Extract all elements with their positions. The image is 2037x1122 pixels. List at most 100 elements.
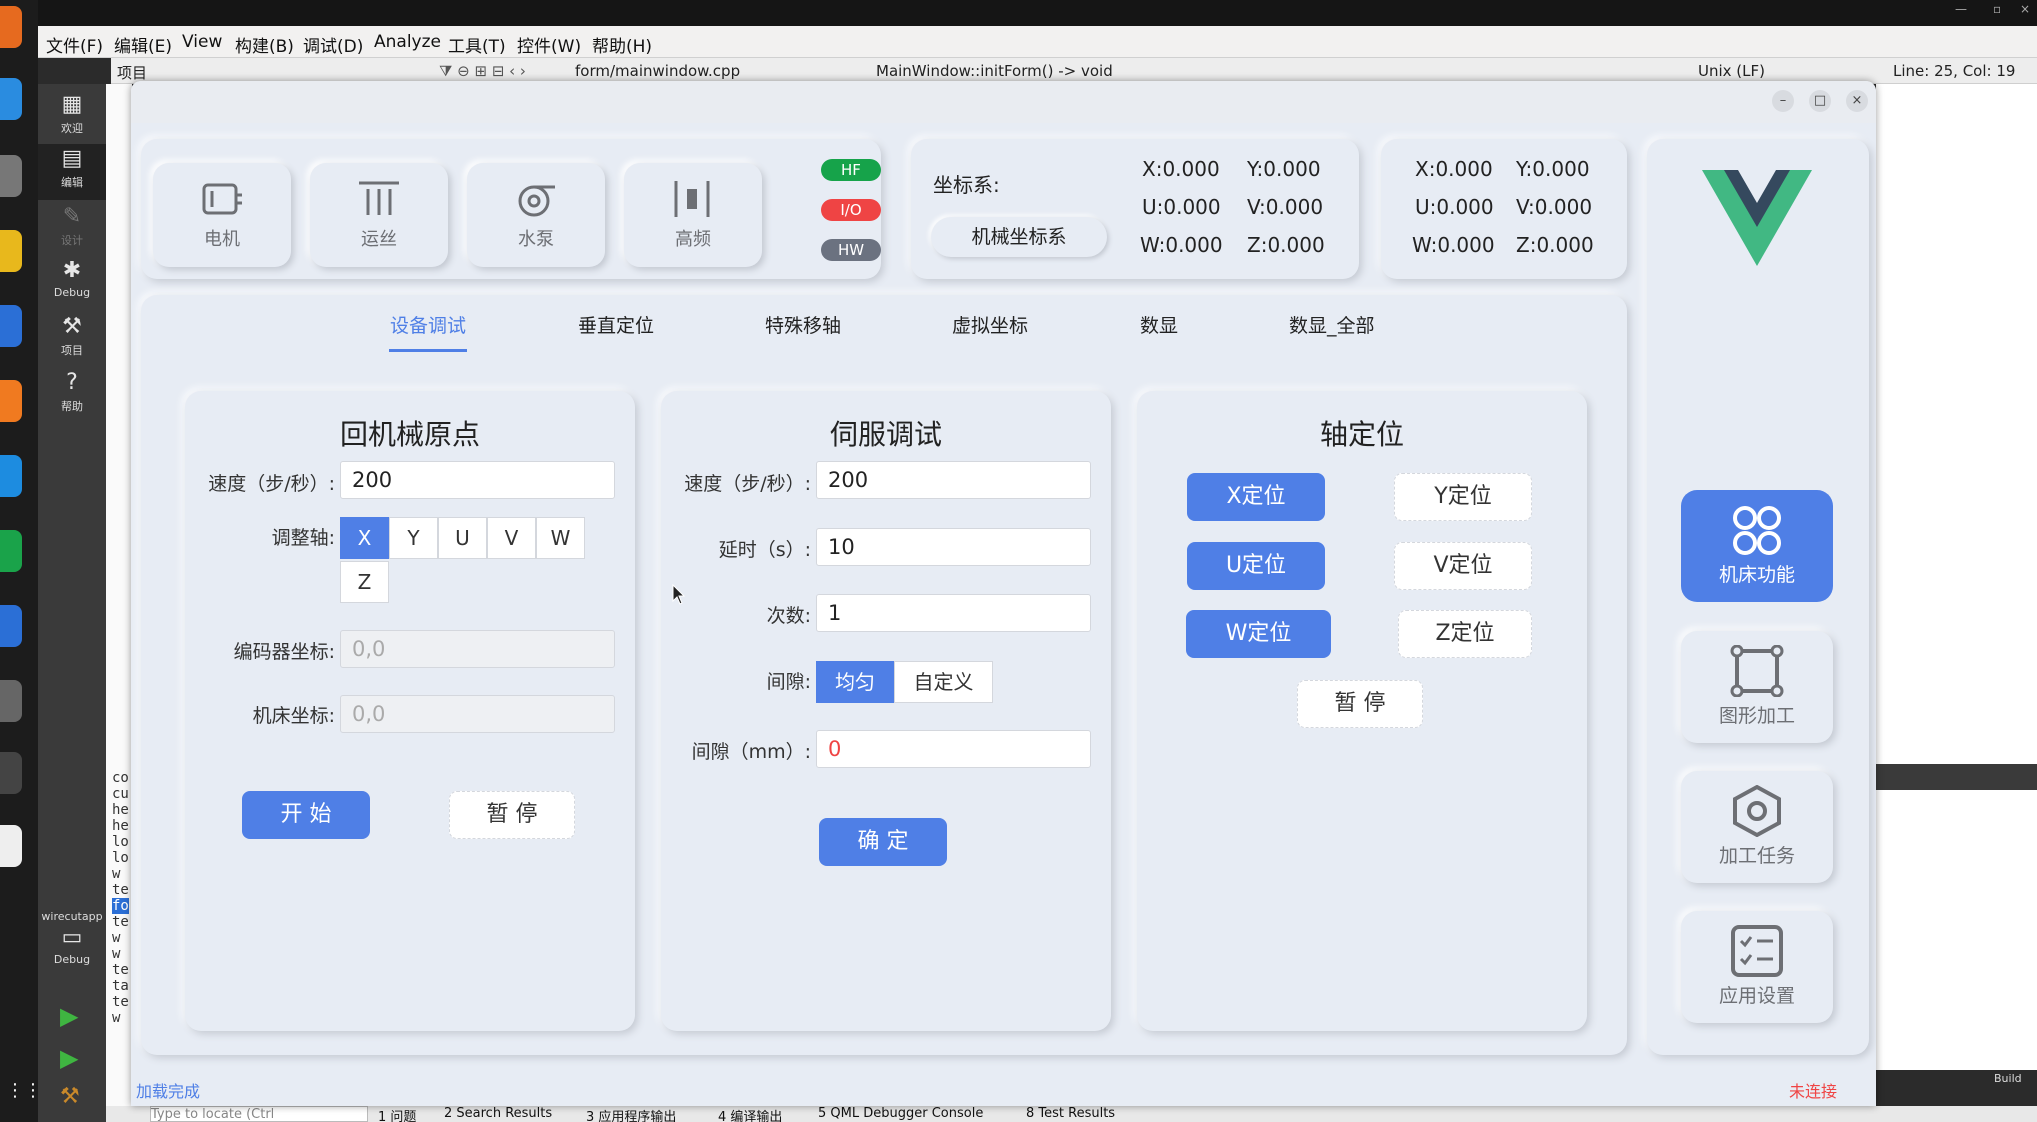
build-hammer-icon[interactable]: ⚒ (60, 1084, 80, 1109)
tab-qml-console[interactable]: 5 QML Debugger Console (818, 1106, 983, 1121)
tab-device-debug[interactable]: 设备调试 (390, 311, 466, 338)
messenger-icon[interactable] (0, 78, 22, 120)
close-icon[interactable]: × (2020, 2, 2030, 16)
axis-title: 轴定位 (1319, 418, 1404, 451)
mode-welcome[interactable]: ▦ 欢迎 (38, 90, 106, 146)
mode-debug[interactable]: ✱ Debug (38, 256, 106, 312)
close-icon[interactable]: × (1846, 90, 1868, 112)
home-pause-button[interactable]: 暂 停 (449, 791, 575, 839)
file-name[interactable]: form/mainwindow.cpp (575, 62, 740, 80)
side-graphic-processing[interactable]: 图形加工 (1681, 631, 1833, 743)
confirm-button[interactable]: 确 定 (819, 818, 947, 866)
servo-speed-input[interactable]: 200 (816, 461, 1091, 499)
gap-uniform[interactable]: 均匀 (816, 661, 894, 703)
w-position-button[interactable]: W定位 (1186, 610, 1331, 658)
side-processing-tasks[interactable]: 加工任务 (1681, 771, 1833, 883)
axis-w[interactable]: W (536, 517, 585, 559)
line-ending[interactable]: Unix (LF) (1698, 62, 1765, 80)
home-start-button[interactable]: 开 始 (242, 791, 370, 839)
servo-title: 伺服调试 (829, 418, 942, 451)
side-app-settings[interactable]: 应用设置 (1681, 911, 1833, 1023)
home-speed-label: 速度（步/秒）: (208, 473, 335, 495)
motor-button[interactable]: 电机 (153, 163, 291, 267)
z-position-button[interactable]: Z定位 (1398, 610, 1532, 658)
settings-icon[interactable] (0, 680, 22, 722)
menu-widgets[interactable]: 控件(W) (517, 32, 581, 57)
menu-file[interactable]: 文件(F) (46, 32, 103, 57)
files-icon[interactable] (0, 155, 22, 197)
mode-help[interactable]: ? 帮助 (38, 368, 106, 424)
writer-icon[interactable] (0, 305, 22, 347)
v-position-button[interactable]: V定位 (1394, 542, 1532, 590)
servo-panel: 伺服调试 速度（步/秒）: 200 延时（s）: 10 次数: 1 间隙: 均匀… (661, 391, 1111, 1031)
menu-build[interactable]: 构建(B) (235, 32, 294, 57)
filter-icon[interactable]: ⧩ ⊖ ⊞ ⊟ ‹ › (439, 62, 526, 80)
maximize-icon[interactable]: □ (1809, 90, 1831, 112)
tab-vertical-position[interactable]: 垂直定位 (578, 311, 654, 338)
wire-button[interactable]: 运丝 (310, 163, 448, 267)
apps-grid-icon[interactable]: ⋮⋮ (6, 1080, 42, 1101)
mode-projects[interactable]: ⚒ 项目 (38, 312, 106, 368)
trash-icon[interactable] (0, 825, 22, 867)
minimize-icon[interactable]: — (1955, 2, 1967, 16)
axis-pause-button[interactable]: 暂 停 (1297, 680, 1423, 728)
tab-special-axis[interactable]: 特殊移轴 (765, 311, 841, 338)
tab-test-results[interactable]: 8 Test Results (1026, 1106, 1115, 1121)
debug-run-icon[interactable]: ▶ (60, 1044, 78, 1072)
mode-design[interactable]: ✎ 设计 (38, 202, 106, 258)
u-position-button[interactable]: U定位 (1187, 542, 1325, 590)
motor-icon (202, 183, 242, 215)
delay-input[interactable]: 10 (816, 528, 1091, 566)
calc-icon[interactable] (0, 530, 22, 572)
mode-edit[interactable]: ▤ 编辑 (38, 144, 106, 200)
tab-issues[interactable]: 1 问题 (378, 1106, 416, 1122)
machine-coord-label: 机床坐标: (252, 705, 335, 727)
tab-display-all[interactable]: 数显_全部 (1289, 311, 1375, 338)
coord-system-button[interactable]: 机械坐标系 (931, 217, 1107, 257)
axis-z[interactable]: Z (340, 561, 389, 603)
axis-v[interactable]: V (487, 517, 536, 559)
home-speed-input[interactable]: 200 (340, 461, 615, 499)
help-icon[interactable] (0, 455, 22, 497)
axis-label: 调整轴: (271, 527, 335, 549)
music-icon[interactable] (0, 230, 22, 272)
tab-virtual-coords[interactable]: 虚拟坐标 (952, 311, 1028, 338)
axis-u[interactable]: U (438, 517, 487, 559)
locator-input[interactable]: Type to locate (Ctrl (150, 1106, 368, 1122)
tab-compile-output[interactable]: 4 编译输出 (718, 1106, 782, 1122)
pump-button[interactable]: 水泵 (467, 163, 605, 267)
axis-x[interactable]: X (340, 517, 389, 559)
menu-edit[interactable]: 编辑(E) (114, 32, 172, 57)
drive-icon[interactable] (0, 752, 22, 794)
minimize-icon[interactable]: – (1772, 90, 1794, 112)
vue-logo (1702, 170, 1812, 266)
servo-speed-label: 速度（步/秒）: (684, 473, 811, 495)
hf-button[interactable]: 高频 (624, 163, 762, 267)
function-name[interactable]: MainWindow::initForm() -> void (876, 62, 1113, 80)
x-position-button[interactable]: X定位 (1187, 473, 1325, 521)
axis-y[interactable]: Y (389, 517, 438, 559)
y-position-button[interactable]: Y定位 (1394, 473, 1532, 521)
menu-help[interactable]: 帮助(H) (592, 32, 652, 57)
maximize-icon[interactable]: ▫ (1993, 2, 2001, 16)
menu-tools[interactable]: 工具(T) (448, 32, 506, 57)
tab-display[interactable]: 数显 (1140, 311, 1178, 338)
firefox-icon[interactable] (0, 6, 22, 48)
target-selector[interactable]: wirecutapp ▭ Debug (38, 910, 106, 990)
menu-analyze[interactable]: Analyze (374, 32, 441, 52)
side-machine-functions[interactable]: 机床功能 (1681, 490, 1833, 602)
tab-app-output[interactable]: 3 应用程序输出 (586, 1106, 676, 1122)
gap-custom[interactable]: 自定义 (894, 661, 993, 703)
menu-debug[interactable]: 调试(D) (303, 32, 363, 57)
menu-view[interactable]: View (182, 32, 222, 52)
count-input[interactable]: 1 (816, 594, 1091, 632)
encoder-label: 编码器坐标: (233, 641, 335, 663)
io-badge: I/O (821, 199, 881, 221)
gap-mm-input[interactable]: 0 (816, 730, 1091, 768)
store-icon[interactable] (0, 380, 22, 422)
tab-search-results[interactable]: 2 Search Results (444, 1106, 552, 1121)
run-icon[interactable]: ▶ (60, 1002, 78, 1030)
connection-status: 未连接 (1789, 1082, 1838, 1101)
build-progress: Build (1876, 1070, 2037, 1092)
editor-icon[interactable] (0, 605, 22, 647)
